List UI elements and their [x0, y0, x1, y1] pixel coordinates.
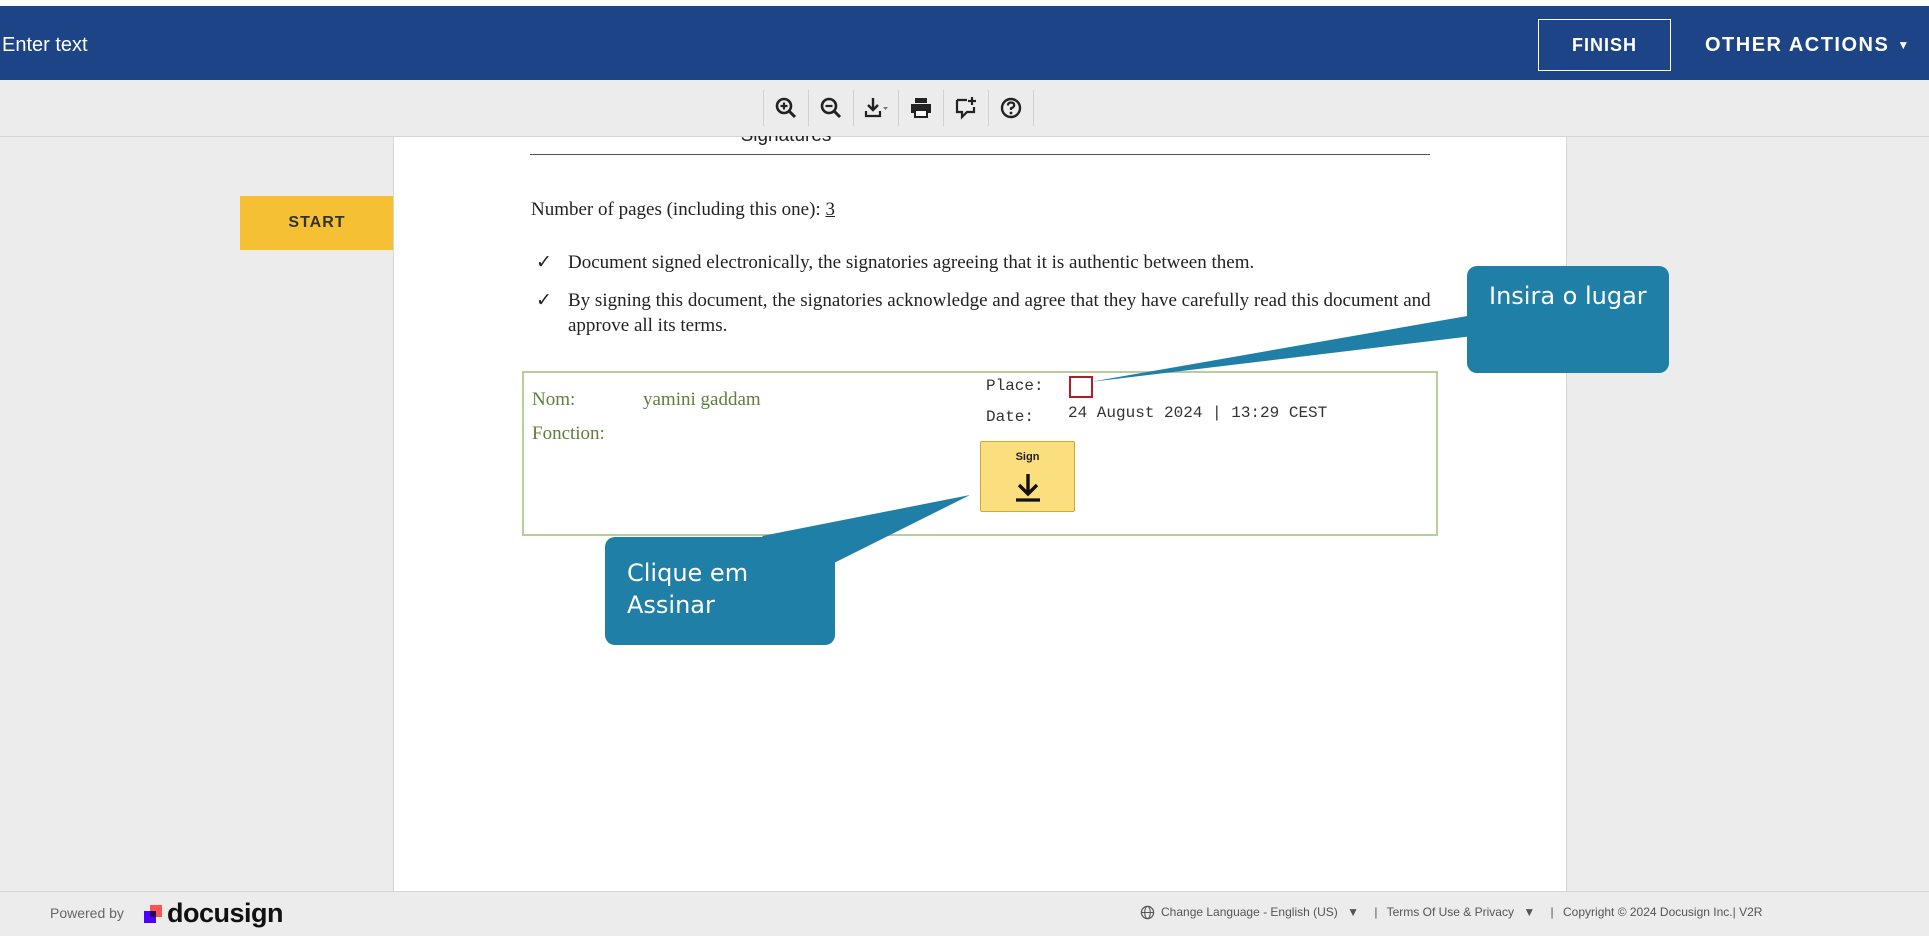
- page-footer: Powered by docusign Change Language - En…: [0, 891, 1929, 936]
- docusign-logo-icon: [144, 905, 162, 923]
- change-language-link[interactable]: Change Language - English (US) ▼: [1140, 905, 1368, 920]
- separator: |: [1374, 905, 1378, 919]
- brand-wordmark: docusign: [167, 898, 284, 928]
- change-language-label: Change Language - English (US): [1161, 905, 1338, 919]
- sign-callout: Clique em Assinar: [605, 537, 835, 645]
- terms-label: Terms Of Use & Privacy: [1386, 905, 1514, 919]
- caret-down-icon: ▼: [1523, 905, 1536, 919]
- place-callout-pointer: [1090, 315, 1473, 382]
- caret-down-icon: ▼: [1347, 905, 1360, 919]
- footer-links: Change Language - English (US) ▼ | Terms…: [1140, 905, 1768, 920]
- powered-by-label: Powered by: [50, 905, 124, 921]
- callout-pointers: [762, 315, 1473, 580]
- separator: |: [1550, 905, 1554, 919]
- terms-link[interactable]: Terms Of Use & Privacy ▼: [1387, 905, 1542, 919]
- globe-icon: [1140, 906, 1155, 920]
- place-callout: Insira o lugar: [1467, 266, 1669, 373]
- copyright-text: Copyright © 2024 Docusign Inc.| V2R: [1563, 905, 1763, 919]
